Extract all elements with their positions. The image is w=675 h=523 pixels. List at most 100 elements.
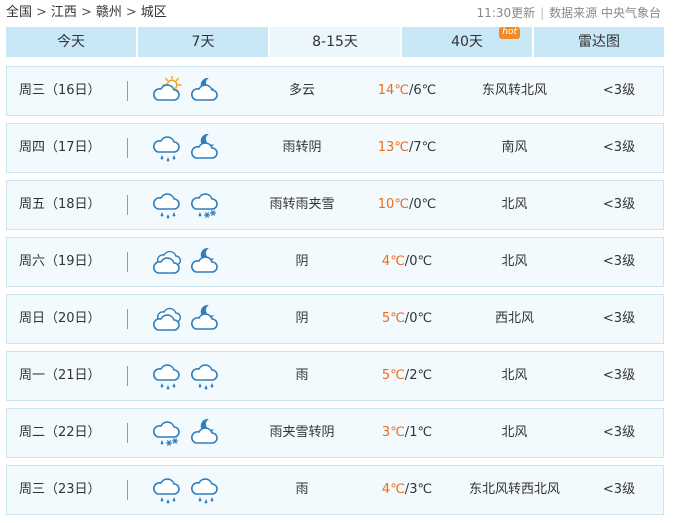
tab-3[interactable]: 40天 hot — [402, 27, 532, 57]
forecast-day: 周日（20日） — [19, 311, 101, 326]
temperature-range: 10℃/0℃ — [362, 181, 452, 229]
temperature-high: 14℃ — [377, 83, 409, 98]
breadcrumb-separator: > — [125, 5, 137, 20]
wind-level: <3级 — [602, 254, 636, 269]
tab-label: 今天 — [57, 34, 85, 50]
weather-icons — [152, 409, 232, 457]
wind-direction: 西北风 — [494, 311, 534, 326]
forecast-list: 周三（16日） 多云 14℃/6℃ 东风转北风 <3级 周四（17日） 雨转阴 13℃/7℃ 南… — [6, 66, 664, 522]
temperature-high: 13℃ — [377, 140, 409, 155]
temperature-range: 5℃/2℃ — [362, 352, 452, 400]
breadcrumb-item: 城区 — [140, 5, 167, 20]
weather-icons — [152, 67, 232, 115]
forecast-row: 周三（16日） 多云 14℃/6℃ 东风转北风 <3级 — [6, 66, 664, 116]
weather-icons — [152, 352, 232, 400]
tab-label: 雷达图 — [578, 34, 620, 50]
data-source: 数据来源 中央气象台 — [549, 6, 661, 20]
column-divider — [127, 309, 128, 329]
weather-description: 阴 — [295, 254, 309, 269]
temperature-low: 7℃ — [413, 140, 437, 155]
overcast-icon — [152, 247, 184, 277]
update-time: 11:30更新 — [476, 6, 536, 20]
forecast-row: 周二（22日） 雨夹雪转阴 3℃/1℃ 北风 <3级 — [6, 408, 664, 458]
column-divider — [127, 423, 128, 443]
wind-direction: 北风 — [501, 254, 528, 269]
cloudy-moon-icon — [190, 247, 222, 277]
temperature-low: 0℃ — [413, 197, 437, 212]
weather-icons — [152, 466, 232, 514]
temperature-range: 4℃/3℃ — [362, 466, 452, 514]
breadcrumb-item[interactable]: 全国 — [6, 5, 32, 20]
forecast-day: 周四（17日） — [19, 140, 101, 155]
cloudy-moon-icon — [190, 304, 222, 334]
forecast-row: 周三（23日） 雨 4℃/3℃ 东北风转西北风 <3级 — [6, 465, 664, 515]
wind-direction: 北风 — [501, 368, 528, 383]
weather-description: 雨夹雪转阴 — [269, 425, 335, 440]
update-meta: 11:30更新 | 数据来源 中央气象台 — [477, 3, 661, 23]
rain-icon — [190, 475, 222, 505]
forecast-row: 周五（18日） 雨转雨夹雪 10℃/0℃ 北风 <3级 — [6, 180, 664, 230]
weather-icons — [152, 124, 232, 172]
column-divider — [127, 195, 128, 215]
wind-level: <3级 — [602, 482, 636, 497]
tab-2[interactable]: 8-15天 — [270, 27, 400, 57]
weather-description: 阴 — [295, 311, 309, 326]
wind-level: <3级 — [602, 140, 636, 155]
tab-label: 7天 — [191, 34, 215, 50]
sleet-icon — [152, 418, 184, 448]
column-divider — [127, 366, 128, 386]
temperature-low: 0℃ — [409, 254, 433, 269]
wind-level: <3级 — [602, 425, 636, 440]
forecast-day: 周六（19日） — [19, 254, 101, 269]
tab-label: 40天 — [451, 34, 483, 50]
overcast-icon — [152, 304, 184, 334]
column-divider — [127, 81, 128, 101]
tab-0[interactable]: 今天 — [6, 27, 136, 57]
weather-icons — [152, 238, 232, 286]
breadcrumb-item[interactable]: 江西 — [51, 5, 77, 20]
wind-level: <3级 — [602, 197, 636, 212]
tab-label: 8-15天 — [312, 34, 358, 50]
wind-direction: 北风 — [501, 197, 528, 212]
forecast-day: 周三（16日） — [19, 83, 101, 98]
breadcrumb-item[interactable]: 赣州 — [96, 5, 122, 20]
wind-level: <3级 — [602, 83, 636, 98]
forecast-row: 周日（20日） 阴 5℃/0℃ 西北风 <3级 — [6, 294, 664, 344]
tab-1[interactable]: 7天 — [138, 27, 268, 57]
temperature-range: 3℃/1℃ — [362, 409, 452, 457]
wind-direction: 东风转北风 — [481, 83, 547, 98]
hot-badge: hot — [499, 27, 520, 39]
column-divider — [127, 252, 128, 272]
temperature-high: 3℃ — [381, 425, 405, 440]
tab-4[interactable]: 雷达图 — [534, 27, 664, 57]
temperature-range: 5℃/0℃ — [362, 295, 452, 343]
rain-icon — [190, 361, 222, 391]
forecast-day: 周二（22日） — [19, 425, 101, 440]
forecast-day: 周一（21日） — [19, 368, 101, 383]
forecast-day: 周三（23日） — [19, 482, 101, 497]
breadcrumb: 全国 > 江西 > 赣州 > 城区 — [6, 3, 167, 23]
rain-icon — [152, 475, 184, 505]
column-divider — [127, 138, 128, 158]
weather-description: 雨 — [295, 482, 309, 497]
forecast-tabs: 今天 7天 8-15天 40天 hot 雷达图 — [6, 27, 664, 57]
temperature-range: 14℃/6℃ — [362, 67, 452, 115]
wind-direction: 东北风转西北风 — [468, 482, 560, 497]
weather-icons — [152, 181, 232, 229]
temperature-range: 13℃/7℃ — [362, 124, 452, 172]
cloudy-moon-icon — [190, 133, 222, 163]
wind-direction: 南风 — [501, 140, 528, 155]
breadcrumb-separator: > — [36, 5, 47, 20]
rain-icon — [152, 133, 184, 163]
weather-description: 多云 — [288, 83, 315, 98]
meta-divider: | — [540, 6, 545, 20]
partly-cloudy-moon-icon — [190, 76, 222, 106]
forecast-row: 周六（19日） 阴 4℃/0℃ 北风 <3级 — [6, 237, 664, 287]
temperature-low: 6℃ — [413, 83, 437, 98]
sleet-icon — [190, 190, 222, 220]
temperature-low: 1℃ — [409, 425, 433, 440]
weather-description: 雨转阴 — [282, 140, 322, 155]
rain-icon — [152, 190, 184, 220]
breadcrumb-separator: > — [80, 5, 92, 20]
forecast-day: 周五（18日） — [19, 197, 101, 212]
